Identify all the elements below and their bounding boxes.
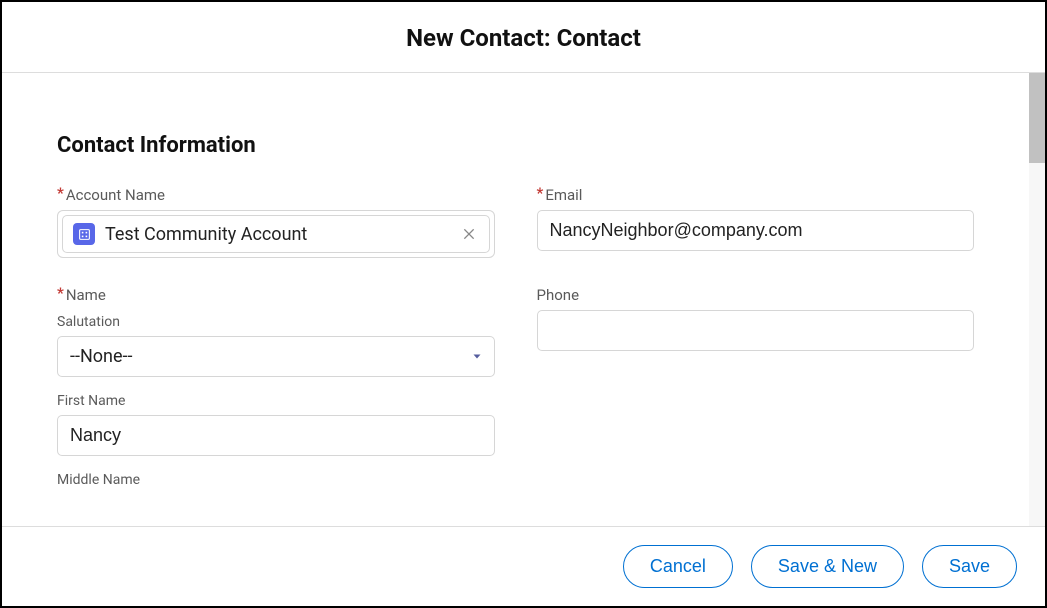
phone-label: Phone bbox=[537, 286, 975, 304]
name-label: Name bbox=[57, 286, 495, 304]
cancel-button[interactable]: Cancel bbox=[623, 545, 733, 588]
first-name-field-group: First Name bbox=[57, 393, 495, 456]
salutation-select[interactable]: --None-- bbox=[57, 336, 495, 377]
first-name-field[interactable] bbox=[57, 415, 495, 456]
account-name-field: Account Name Test Community Account bbox=[57, 186, 495, 258]
salutation-label: Salutation bbox=[57, 314, 495, 330]
modal-body-wrap: Contact Information Account Name Test Co… bbox=[2, 73, 1045, 526]
save-button[interactable]: Save bbox=[922, 545, 1017, 588]
save-and-new-button[interactable]: Save & New bbox=[751, 545, 904, 588]
account-name-value: Test Community Account bbox=[105, 224, 459, 245]
account-name-label: Account Name bbox=[57, 186, 495, 204]
form-grid: Account Name Test Community Account bbox=[57, 186, 974, 494]
first-name-label: First Name bbox=[57, 393, 495, 409]
modal-footer: Cancel Save & New Save bbox=[2, 526, 1045, 606]
salutation-value: --None-- bbox=[57, 336, 495, 377]
scrollbar-thumb[interactable] bbox=[1029, 73, 1045, 163]
salutation-text: --None-- bbox=[70, 346, 133, 367]
modal-header: New Contact: Contact bbox=[2, 2, 1045, 73]
email-label: Email bbox=[537, 186, 975, 204]
middle-name-field-group: Middle Name bbox=[57, 472, 495, 488]
account-name-lookup[interactable]: Test Community Account bbox=[57, 210, 495, 258]
scrollbar-track[interactable] bbox=[1029, 73, 1045, 526]
modal-title: New Contact: Contact bbox=[2, 24, 1045, 52]
middle-name-label: Middle Name bbox=[57, 472, 495, 488]
new-contact-modal: New Contact: Contact Contact Information… bbox=[0, 0, 1047, 608]
account-name-pill: Test Community Account bbox=[62, 215, 490, 253]
name-field-group: Name Salutation --None-- bbox=[57, 286, 495, 494]
email-field-group: Email bbox=[537, 186, 975, 251]
account-name-clear[interactable] bbox=[459, 224, 479, 244]
modal-body[interactable]: Contact Information Account Name Test Co… bbox=[2, 73, 1029, 526]
email-field[interactable] bbox=[537, 210, 975, 251]
section-title: Contact Information bbox=[57, 133, 974, 158]
account-icon bbox=[73, 223, 95, 245]
salutation-field-group: Salutation --None-- bbox=[57, 314, 495, 377]
phone-field[interactable] bbox=[537, 310, 975, 351]
phone-field-group: Phone bbox=[537, 286, 975, 351]
